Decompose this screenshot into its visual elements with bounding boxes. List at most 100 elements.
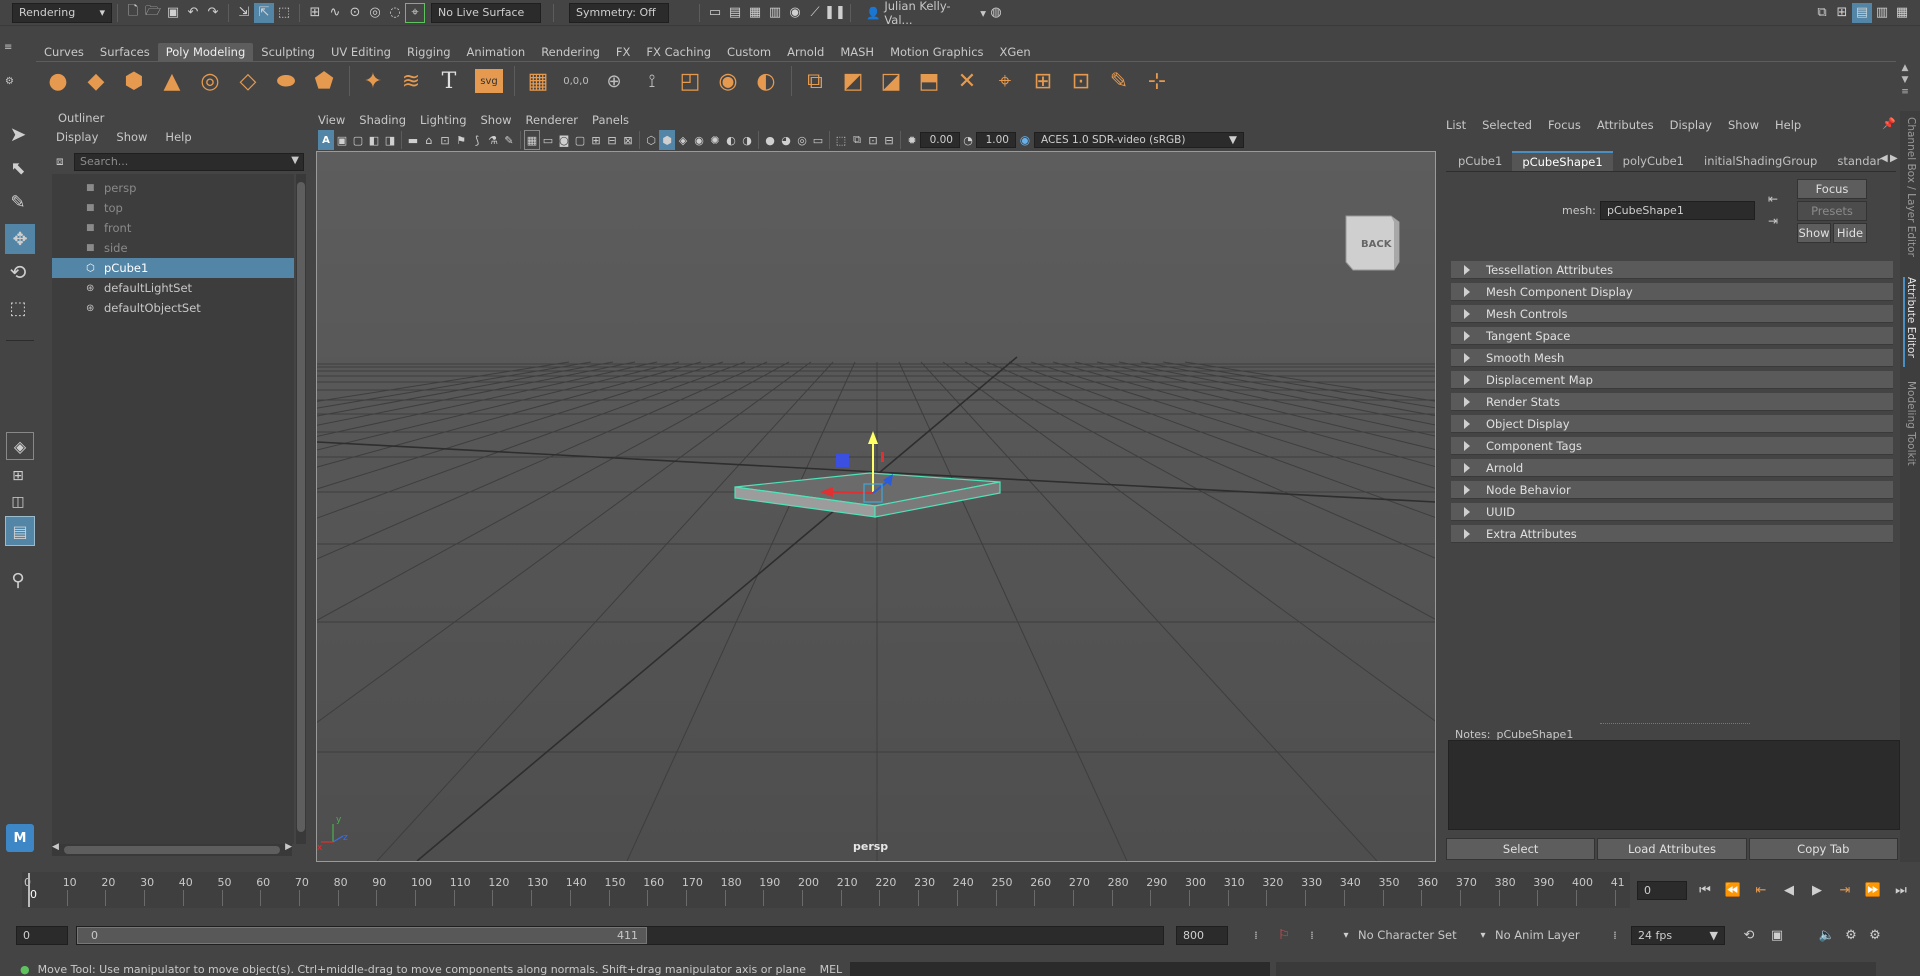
multi-icon[interactable]: ⊟ bbox=[604, 130, 620, 150]
mirror-icon[interactable]: ⧉ bbox=[797, 63, 833, 99]
shadows-icon[interactable]: ◐ bbox=[723, 130, 739, 150]
shelf-tab-motion-graphics[interactable]: Motion Graphics bbox=[882, 43, 991, 61]
play-forward-icon[interactable]: ▶ bbox=[1807, 880, 1827, 900]
hide-button[interactable]: Hide bbox=[1833, 223, 1867, 243]
outliner-layout-icon[interactable]: ▤ bbox=[5, 516, 35, 546]
sculpt-icon[interactable]: ✎ bbox=[1101, 63, 1137, 99]
two-pane-icon[interactable]: ◫ bbox=[8, 492, 28, 512]
side-tab-channel-box[interactable]: Channel Box / Layer Editor bbox=[1903, 117, 1917, 267]
select-object-icon[interactable]: ⇱ bbox=[254, 2, 274, 23]
smooth-shade-icon[interactable]: ⬢ bbox=[659, 130, 675, 150]
new-scene-icon[interactable]: 🗋 bbox=[123, 3, 143, 23]
shelf-tab-rendering[interactable]: Rendering bbox=[533, 43, 608, 61]
four-pane-icon[interactable]: ⊞ bbox=[8, 466, 28, 486]
combine-icon[interactable]: ▦ bbox=[520, 63, 556, 99]
ae-menu-show[interactable]: Show bbox=[1728, 118, 1759, 132]
cone-icon[interactable]: ▲ bbox=[154, 63, 190, 99]
view-cube[interactable]: BACK bbox=[1345, 215, 1400, 271]
symmetry-dropdown[interactable]: Symmetry: Off bbox=[569, 2, 669, 23]
multi-cut-icon[interactable]: ✕ bbox=[949, 63, 985, 99]
show-button[interactable]: Show bbox=[1797, 223, 1831, 243]
channel-box-toggle-icon[interactable]: ▦ bbox=[1892, 3, 1912, 23]
outliner-item-defaultlightset[interactable]: ⊛ defaultLightSet bbox=[52, 278, 294, 298]
image-plane-icon[interactable]: ◧ bbox=[366, 130, 382, 150]
outliner-item-pcube1[interactable]: ⬡ pCube1 bbox=[52, 258, 294, 278]
select-tool-icon[interactable]: ➤ bbox=[8, 122, 28, 146]
quad-draw-icon[interactable]: ⊹ bbox=[1139, 63, 1175, 99]
range-slider-handle[interactable] bbox=[77, 926, 647, 944]
target-weld-icon[interactable]: ⌖ bbox=[987, 63, 1023, 99]
xray-joints-icon[interactable]: ⬚ bbox=[833, 130, 849, 150]
scale-tool-icon[interactable]: ⬚ bbox=[8, 298, 28, 319]
ae-section-object-display[interactable]: Object Display bbox=[1451, 415, 1893, 433]
outliner-item-defaultobjectset[interactable]: ⊛ defaultObjectSet bbox=[52, 298, 294, 318]
shelf-tab-rigging[interactable]: Rigging bbox=[399, 43, 459, 61]
ipr-icon[interactable]: ▦ bbox=[745, 3, 765, 23]
loop-icon[interactable]: ⟲ bbox=[1739, 925, 1759, 945]
lasso-tool-icon[interactable]: ⬉ bbox=[8, 158, 28, 179]
viewport-menu-view[interactable]: View bbox=[318, 113, 345, 127]
pin-icon[interactable]: 📌 bbox=[1882, 117, 1896, 130]
outliner-search-input[interactable]: Search... ▼ bbox=[74, 153, 304, 171]
ae-tab-pcube1[interactable]: pCube1 bbox=[1448, 151, 1512, 171]
step-forward-key-icon[interactable]: ⇥ bbox=[1835, 880, 1855, 900]
ae-menu-help[interactable]: Help bbox=[1775, 118, 1801, 132]
ae-load-attributes-button[interactable]: Load Attributes bbox=[1597, 838, 1747, 860]
textured-icon[interactable]: ◉ bbox=[691, 130, 707, 150]
hypershade-icon[interactable]: ◉ bbox=[785, 3, 805, 23]
notes-textarea[interactable] bbox=[1448, 740, 1900, 830]
fill-hole-icon[interactable]: ⊡ bbox=[1063, 63, 1099, 99]
bridge-icon[interactable]: ⬒ bbox=[911, 63, 947, 99]
animation-end-field[interactable]: 800 bbox=[1176, 925, 1228, 945]
ae-tab-polycube1[interactable]: polyCube1 bbox=[1613, 151, 1694, 171]
hud-icon[interactable]: ⊞ bbox=[588, 130, 604, 150]
viewport-canvas[interactable]: BACK y x z persp bbox=[317, 152, 1435, 861]
merge-icon[interactable]: ⊞ bbox=[1025, 63, 1061, 99]
ae-section-extra-attributes[interactable]: Extra Attributes bbox=[1451, 525, 1893, 543]
grid-toggle-icon[interactable]: ▦ bbox=[524, 130, 540, 150]
outliner-item-top[interactable]: ■ top bbox=[52, 198, 294, 218]
play-backward-icon[interactable]: ◀ bbox=[1779, 880, 1799, 900]
mirror-view-icon[interactable]: ⊠ bbox=[620, 130, 636, 150]
render-frame-icon[interactable]: ▭ bbox=[705, 3, 725, 23]
2d-pan-icon[interactable]: ◨ bbox=[382, 130, 398, 150]
anim-layer-dropdown[interactable]: No Anim Layer bbox=[1495, 928, 1605, 942]
cylinder-icon[interactable]: ⬢ bbox=[116, 63, 152, 99]
exposure-icon[interactable]: ✹ bbox=[904, 130, 920, 150]
shelf-tab-mash[interactable]: MASH bbox=[832, 43, 882, 61]
ae-select-button[interactable]: Select bbox=[1446, 838, 1596, 860]
resolution-gate-icon[interactable]: ⚑ bbox=[453, 130, 469, 150]
snap-together-icon[interactable]: ⟟ bbox=[634, 63, 670, 99]
outliner-vscroll[interactable] bbox=[296, 174, 306, 844]
workspace-icon[interactable]: ⧉ bbox=[1812, 3, 1832, 23]
side-tab-attribute-editor[interactable]: Attribute Editor bbox=[1903, 277, 1917, 367]
go-to-end-icon[interactable]: ⏭ bbox=[1891, 880, 1911, 900]
grease-pencil-icon[interactable]: ▬ bbox=[405, 130, 421, 150]
paint-select-icon[interactable]: ✎ bbox=[8, 192, 28, 213]
boolean-icon[interactable]: ◐ bbox=[748, 63, 784, 99]
extra-options-icon[interactable]: ⚙ bbox=[1865, 925, 1885, 945]
layout-icon[interactable]: ⊞ bbox=[1832, 3, 1852, 23]
ae-section-node-behavior[interactable]: Node Behavior bbox=[1451, 481, 1893, 499]
isolate-select-icon[interactable]: ▭ bbox=[810, 130, 826, 150]
viewport-menu-panels[interactable]: Panels bbox=[592, 113, 629, 127]
tab-scroll-right-icon[interactable]: ▶ bbox=[1890, 153, 1898, 164]
poly-count-icon[interactable]: 0,0,0 bbox=[558, 63, 594, 99]
current-frame-field[interactable]: 0 bbox=[1637, 881, 1687, 900]
shelf-scroll[interactable]: ▲ ▼ ≡ bbox=[1895, 62, 1915, 100]
range-slider[interactable]: 0 411 bbox=[76, 925, 1164, 945]
snap-curve-icon[interactable]: ∿ bbox=[325, 3, 345, 23]
go-to-start-icon[interactable]: ⏮ bbox=[1695, 880, 1715, 900]
exposure-field[interactable]: 0.00 bbox=[920, 132, 960, 148]
open-scene-icon[interactable]: 🗁 bbox=[143, 3, 163, 23]
menu-set-dropdown[interactable]: Rendering ▾ bbox=[12, 2, 112, 23]
output-connections-icon[interactable]: ⇥ bbox=[1768, 214, 1778, 228]
disc-icon[interactable]: ⬬ bbox=[268, 63, 304, 99]
step-forward-icon[interactable]: ⏩ bbox=[1863, 880, 1883, 900]
outliner-item-front[interactable]: ■ front bbox=[52, 218, 294, 238]
snap-point-icon[interactable]: ⊙ bbox=[345, 3, 365, 23]
motion-blur-icon[interactable]: ● bbox=[762, 130, 778, 150]
tool-settings-icon[interactable]: ▥ bbox=[1872, 3, 1892, 23]
shelf-tab-surfaces[interactable]: Surfaces bbox=[92, 43, 158, 61]
ambient-occlusion-icon[interactable]: ◑ bbox=[739, 130, 755, 150]
